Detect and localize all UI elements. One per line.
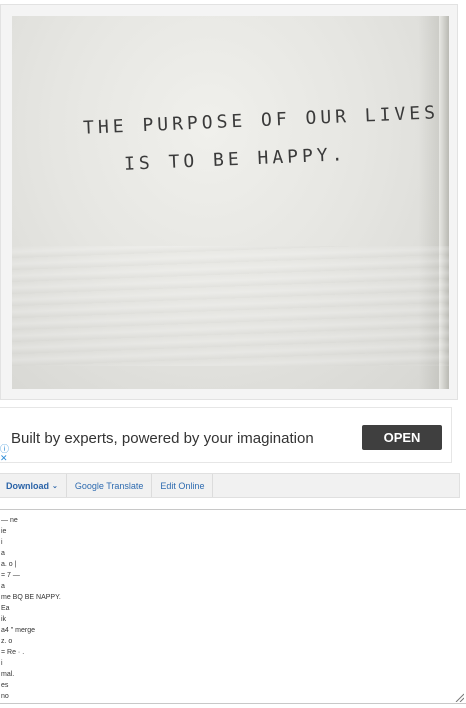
ocr-line: = 7 — (1, 572, 20, 579)
output-toolbar: Download ⌄ Google Translate Edit Online (0, 473, 460, 498)
ocr-line: me BQ BE NAPPY. (1, 594, 61, 601)
ad-close-icon[interactable]: ✕ (0, 454, 9, 463)
ocr-line: a4 " merge (1, 627, 36, 634)
resize-grip-icon[interactable] (454, 692, 464, 702)
ad-banner[interactable]: Built by experts, powered by your imagin… (0, 407, 452, 463)
download-button[interactable]: Download ⌄ (0, 474, 67, 497)
ad-info-icons[interactable]: ⓘ ✕ (0, 445, 9, 463)
ocr-line: a (1, 550, 5, 557)
ocr-line: — ne (1, 517, 18, 524)
ocr-result-textarea[interactable]: — ne ie i a a. o | = 7 — a me BQ BE NAPP… (0, 509, 466, 704)
edit-online-label: Edit Online (160, 480, 205, 491)
ad-text: Built by experts, powered by your imagin… (11, 430, 314, 447)
ocr-line: no (1, 693, 9, 700)
ocr-line: es (1, 682, 9, 689)
download-label: Download (6, 480, 49, 491)
image-preview-panel: THE PURPOSE OF OUR LIVES IS TO BE HAPPY. (0, 4, 458, 400)
ocr-line: ik (1, 616, 7, 623)
ocr-line: i (1, 660, 3, 667)
ocr-line: ie (1, 528, 7, 535)
handwriting-line-1: THE PURPOSE OF OUR LIVES (82, 102, 440, 139)
edit-online-button[interactable]: Edit Online (152, 474, 214, 497)
uploaded-photo: THE PURPOSE OF OUR LIVES IS TO BE HAPPY. (12, 16, 449, 389)
google-translate-button[interactable]: Google Translate (67, 474, 153, 497)
ocr-line: Ea (1, 605, 10, 612)
photo-page-edge (439, 16, 449, 389)
ocr-line: mal. (1, 671, 15, 678)
ocr-line: = Re · . (1, 649, 25, 656)
handwriting-line-2: IS TO BE HAPPY. (123, 144, 347, 175)
google-translate-label: Google Translate (74, 480, 144, 491)
ad-open-button[interactable]: OPEN (362, 425, 442, 450)
ocr-line: z. o (1, 638, 13, 645)
ocr-line: i (1, 539, 3, 546)
ocr-line: a. o | (1, 561, 17, 568)
ocr-line: a (1, 583, 5, 590)
chevron-down-icon: ⌄ (52, 482, 58, 490)
